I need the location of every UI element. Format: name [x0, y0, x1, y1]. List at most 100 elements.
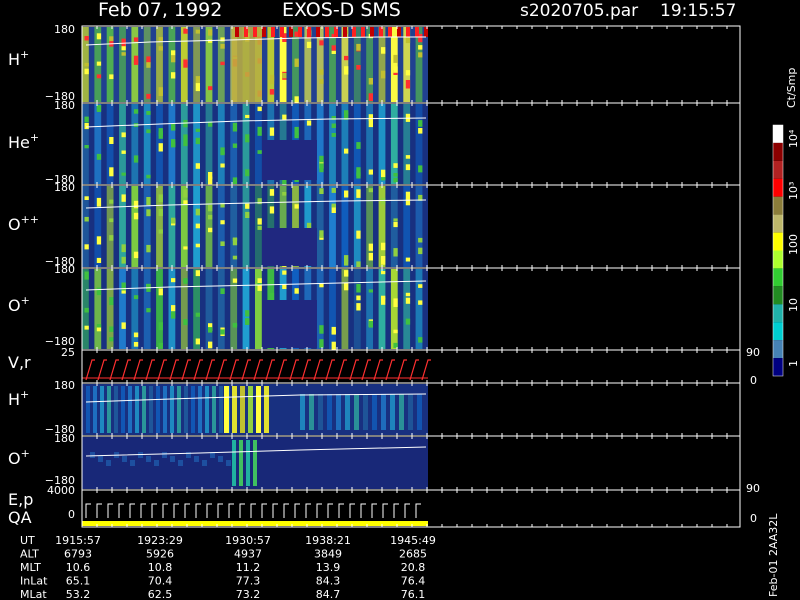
panel-h-plus-stripe-highlight	[146, 62, 151, 68]
orbit-cell: 6793	[64, 548, 92, 561]
panel-o-plus-plus-stripe	[205, 186, 213, 267]
panel-o-plus-plus-stripe-highlight	[96, 236, 102, 245]
panel-h-plus-stripe-highlight	[171, 50, 176, 56]
panel-h-plus-stripe-highlight	[133, 37, 139, 42]
panel-h-plus-stripe-highlight	[393, 66, 398, 73]
panel-o-plus-low-speck	[98, 456, 103, 462]
panel-o-plus-plus-stripe	[180, 186, 188, 267]
header-date: Feb 07, 1992	[98, 0, 222, 21]
panel-o-plus-stripe-highlight	[208, 341, 213, 349]
orbit-cell: 1945:49	[390, 534, 436, 547]
panel-h-plus-low-stripe	[198, 386, 202, 433]
panel-h-plus-low-late-stripe	[309, 394, 314, 430]
colorbar-tick-10: 10	[787, 298, 800, 312]
panel-o-plus-plus-stripe-highlight	[294, 204, 299, 209]
panel-h-plus-stripe-highlight	[294, 58, 299, 67]
panel-h-plus-low-stripe	[219, 386, 223, 433]
panel-o-plus-plus-stripe-highlight	[245, 211, 250, 218]
panel-labels: H+ He+ O++ O+ V,r H+ O+ E,p QA	[8, 48, 39, 527]
panel-h-plus-low-stripe	[191, 386, 195, 433]
orbit-cell: 2685	[399, 548, 427, 561]
panel-he-plus-stripe-highlight	[356, 142, 361, 149]
panel-o-plus-stripe-highlight	[171, 305, 176, 312]
panel-h-plus-stripe-highlight	[282, 73, 287, 79]
panel-o-plus-stripe-highlight	[232, 278, 238, 283]
panel-label-o-plus: O+	[8, 294, 30, 315]
panel-h-plus-stripe-highlight	[146, 93, 151, 99]
orbit-cell: 3849	[314, 548, 342, 561]
panel-o-plus-plus-stripe	[217, 186, 225, 267]
panel-o-plus-plus-stripe-highlight	[269, 206, 275, 214]
panel-o-plus-low-speck	[106, 460, 111, 466]
colorbar-segment	[773, 358, 783, 376]
panel-he-plus-stripe-highlight	[84, 123, 89, 130]
panel-o-plus-plus-stripe-highlight	[232, 255, 238, 260]
panel-h-plus-red-band	[370, 27, 374, 37]
panel-o-plus-plus-stripe-highlight	[381, 198, 386, 205]
panel-o-plus-low-speck	[122, 456, 127, 462]
panel-o-plus-low-hot-stripe	[246, 440, 250, 486]
panel-he-plus-stripe-highlight	[208, 172, 213, 180]
panel-o-plus-stripe-highlight	[319, 339, 324, 348]
colorbar-unit: Ct/Smp	[785, 68, 798, 108]
panel-o-plus-plus-stripe-highlight	[368, 243, 373, 251]
panel-o-plus-stripe	[119, 269, 126, 349]
panel-h-plus-stripe-highlight	[356, 65, 361, 70]
panel-o-plus-low-speck	[194, 456, 199, 462]
panel-o-plus-plus-stripe-highlight	[282, 192, 287, 196]
panel-o-plus-stripe-highlight	[158, 322, 163, 331]
panel-o-plus-stripe	[193, 269, 200, 349]
panel-o-plus-plus-stripe-highlight	[208, 214, 213, 220]
panel-o-plus-plus-stripe-highlight	[393, 218, 398, 222]
panel-h-plus-low-late-stripe	[354, 394, 359, 430]
panel-o-plus-plus-stripe-highlight	[133, 200, 139, 209]
panel-h-plus-red-band	[280, 27, 284, 37]
panel-o-plus-stripe-highlight	[405, 297, 411, 304]
panel-h-plus-low-stripe	[142, 386, 146, 433]
panel-o-plus-plus-stripe-highlight	[133, 251, 139, 259]
panel-he-plus-stripe	[82, 104, 89, 184]
orbit-cell: 10.8	[148, 561, 173, 574]
colorbar-tick-1: 1	[787, 360, 800, 367]
panel-o-plus-stripe	[366, 269, 373, 349]
orbit-cell: 13.9	[316, 561, 341, 574]
panel-o-plus-plus-stripe-highlight	[171, 217, 176, 224]
ytick-p6-top: 180	[54, 379, 75, 392]
panel-label-h-plus-2: H+	[8, 388, 29, 409]
panel-o-plus-stripe-highlight	[84, 325, 89, 330]
panel-h-plus-stripe-highlight	[319, 79, 324, 84]
panel-h-plus-stripe	[168, 27, 176, 102]
orbit-cell: 84.3	[316, 575, 341, 588]
panel-o-plus-stripe-highlight	[269, 280, 275, 285]
panel-he-plus-stripe-highlight	[220, 151, 225, 156]
panel-h-plus-low-stripe	[114, 386, 118, 433]
panel-o-plus-plus-stripe-highlight	[109, 235, 114, 241]
panel-o-plus-stripe-highlight	[381, 271, 386, 275]
panel-o-plus-stripe	[341, 269, 349, 349]
panel-o-plus-stripe	[217, 269, 225, 349]
panel-he-plus-stripe-highlight	[319, 163, 324, 173]
panel-h-plus-stripe-highlight	[208, 29, 213, 36]
panel-o-plus-plus-stripe-highlight	[418, 237, 423, 243]
panel-o-plus-plus-stripe	[353, 186, 361, 267]
spectrogram-figure: Feb 07, 1992 EXOS-D SMS s2020705.par 19:…	[8, 0, 800, 600]
panel-h-plus-red-band	[343, 27, 347, 37]
panel-he-plus-stripe-highlight	[245, 169, 250, 177]
panel-h-plus-stripe-highlight	[195, 29, 200, 34]
panel-o-plus-low-speck	[162, 452, 167, 458]
panel-he-plus-stripe-highlight	[245, 114, 250, 118]
panel-he-plus-stripe-highlight	[381, 177, 386, 181]
panel-o-plus-stripe-highlight	[195, 312, 200, 317]
orbit-cell: 11.2	[236, 561, 261, 574]
panel-he-plus-stripe-highlight	[245, 134, 250, 143]
panel-h-plus-low-stripe	[93, 386, 97, 433]
panel-he-plus-stripe-highlight	[183, 134, 188, 140]
panel-o-plus-stripe-highlight	[96, 327, 102, 332]
panel-o-plus-plus-stripe-highlight	[133, 212, 139, 220]
panel-o-plus-stripe-highlight	[368, 320, 373, 328]
panel-he-plus-stripe-highlight	[282, 114, 287, 120]
panel-o-plus-stripe	[378, 269, 386, 349]
panel-o-plus-stripe-highlight	[109, 297, 114, 306]
panel-o-plus-plus-stripe	[230, 186, 238, 267]
panel-o-plus-low-hot-stripe	[239, 440, 243, 486]
